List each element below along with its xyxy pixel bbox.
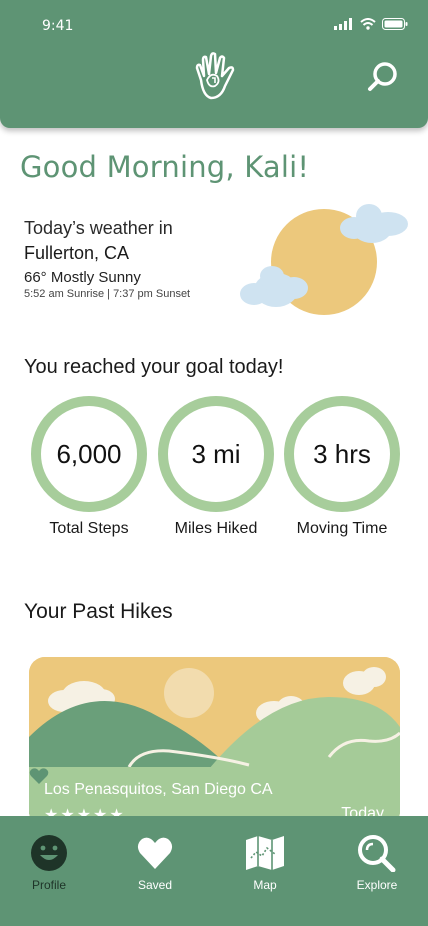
sunny-weather-icon (240, 204, 408, 315)
explore-icon (358, 835, 396, 872)
bottom-nav: Profile Saved Map Explore (0, 816, 428, 926)
search-button[interactable] (366, 60, 400, 94)
miles-ring: 3 mi (158, 396, 274, 512)
status-icons (334, 18, 408, 30)
wifi-icon (360, 18, 376, 30)
weather-summary: Today’s weather in Fullerton, CA 66° Mos… (24, 218, 264, 300)
greeting-heading: Good Morning, Kali! (20, 150, 310, 184)
miles-label: Miles Hiked (174, 520, 258, 537)
nav-item-profile[interactable]: Profile (4, 834, 94, 892)
profile-icon (31, 835, 67, 871)
hike-location: Los Penasquitos, San Diego CA (44, 781, 273, 798)
weather-intro: Today’s weather in (24, 218, 173, 238)
battery-icon (382, 18, 408, 30)
nav-item-map[interactable]: Map (220, 834, 310, 892)
app-header: 9:41 (0, 0, 428, 128)
goal-stats: 6,000 Total Steps 3 mi Miles Hiked 3 hrs… (0, 396, 428, 546)
nav-label-saved: Saved (137, 878, 173, 892)
favorite-heart-icon[interactable] (29, 767, 49, 785)
moving-time-label: Moving Time (296, 520, 388, 537)
cellular-signal-icon (334, 18, 352, 30)
goal-heading: You reached your goal today! (24, 356, 284, 378)
weather-city: Fullerton, CA (24, 243, 130, 263)
past-hikes-heading: Your Past Hikes (24, 600, 173, 623)
nav-label-profile: Profile (31, 878, 66, 892)
weather-condition: 66° Mostly Sunny (24, 269, 141, 286)
steps-ring: 6,000 (31, 396, 147, 512)
weather-sun-times: 5:52 am Sunrise | 7:37 pm Sunset (24, 288, 191, 300)
heart-icon (137, 837, 173, 869)
nav-item-explore[interactable]: Explore (332, 834, 422, 892)
hike-card[interactable]: Los Penasquitos, San Diego CA ★★★★★ Toda… (29, 657, 400, 827)
steps-label: Total Steps (49, 520, 129, 537)
nav-label-explore: Explore (356, 878, 398, 892)
moving-time-ring: 3 hrs (284, 396, 400, 512)
map-icon (246, 836, 284, 870)
nav-label-map: Map (253, 878, 277, 892)
status-time: 9:41 (42, 18, 74, 34)
nav-item-saved[interactable]: Saved (110, 834, 200, 892)
app-logo-hand-icon (195, 52, 235, 100)
